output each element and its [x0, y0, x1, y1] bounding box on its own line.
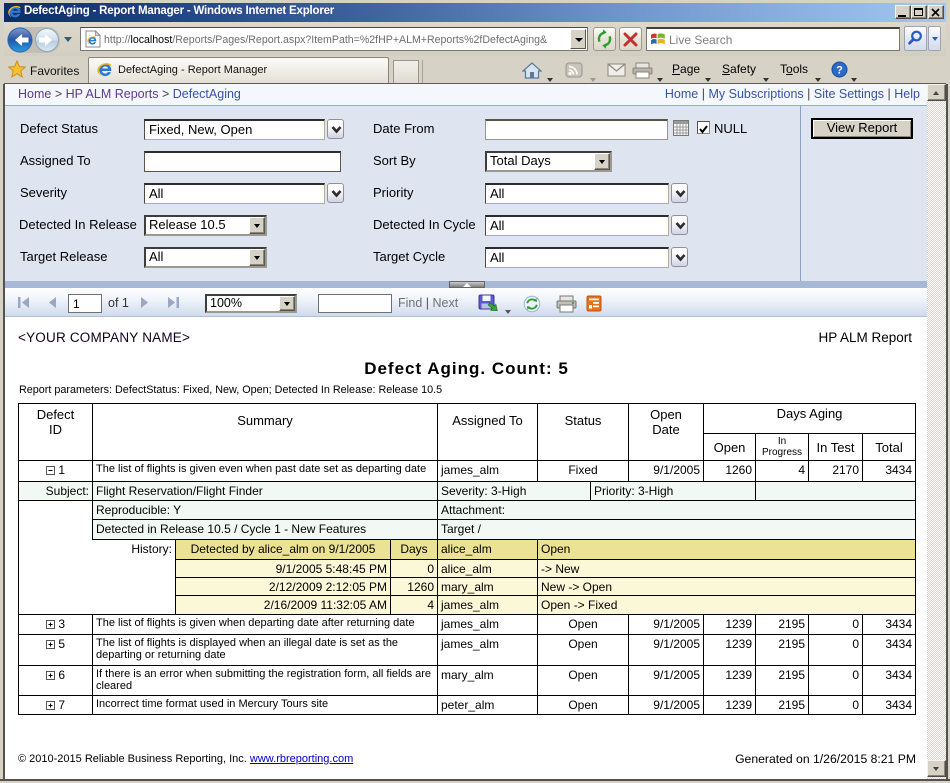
svg-text:?: ? — [836, 65, 843, 77]
